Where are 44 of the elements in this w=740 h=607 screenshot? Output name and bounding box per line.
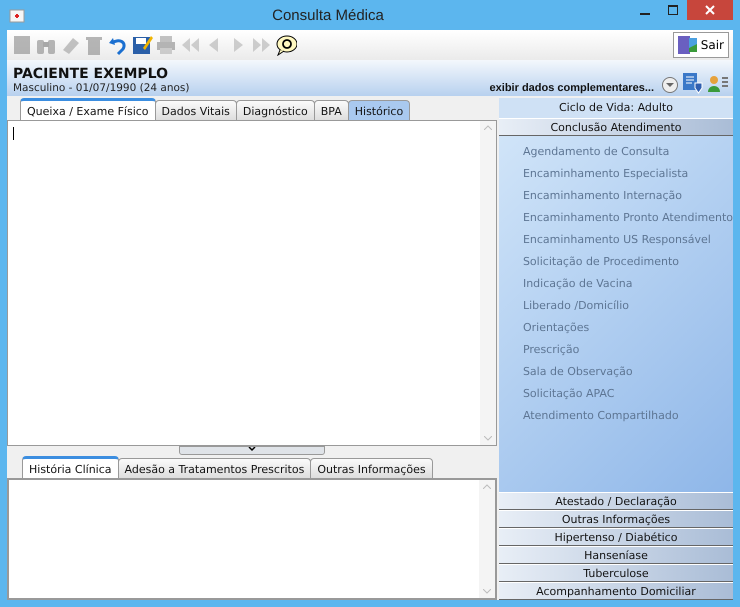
tab[interactable]: Queixa / Exame Físico bbox=[20, 98, 156, 120]
life-cycle-label: Ciclo de Vida: Adulto bbox=[498, 98, 733, 118]
minimize-icon bbox=[640, 12, 650, 14]
section-header[interactable]: Atestado / Declaração bbox=[498, 492, 733, 510]
chevron-down-icon bbox=[248, 447, 256, 452]
patient-name: PACIENTE EXEMPLO bbox=[13, 66, 169, 82]
printer-icon bbox=[155, 34, 177, 56]
medical-case-icon bbox=[9, 7, 25, 23]
window-title: Consulta Médica bbox=[271, 6, 385, 24]
tab[interactable]: BPA bbox=[314, 100, 349, 120]
patient-details: Masculino - 01/07/1990 (24 anos) bbox=[13, 82, 191, 94]
scroll-up-icon[interactable] bbox=[482, 484, 491, 489]
door-icon bbox=[676, 34, 698, 56]
tab[interactable]: Diagnóstico bbox=[236, 100, 315, 120]
splitter-handle[interactable] bbox=[178, 446, 325, 455]
tab[interactable]: Outras Informações bbox=[310, 458, 433, 478]
save-icon bbox=[131, 34, 153, 56]
complementary-data-link[interactable]: exibir dados complementares... bbox=[490, 82, 654, 94]
tab[interactable]: História Clínica bbox=[22, 456, 119, 478]
tab[interactable]: Histórico bbox=[348, 100, 410, 120]
close-icon bbox=[705, 5, 715, 15]
section-header[interactable]: Tuberculose bbox=[498, 564, 733, 582]
document-shield-icon[interactable] bbox=[682, 72, 704, 94]
help-button[interactable] bbox=[275, 34, 297, 56]
help-icon bbox=[275, 34, 297, 56]
exit-button[interactable]: Sair bbox=[672, 32, 729, 58]
tab[interactable]: Dados Vitais bbox=[154, 100, 237, 120]
expand-icon[interactable] bbox=[661, 76, 679, 94]
tab[interactable]: Adesão a Tratamentos Prescritos bbox=[118, 458, 312, 478]
close-button[interactable] bbox=[687, 0, 733, 20]
section-header[interactable]: Outras Informações bbox=[498, 510, 733, 528]
scroll-up-icon[interactable] bbox=[484, 125, 492, 130]
maximize-icon bbox=[668, 5, 678, 15]
section-header[interactable]: Acompanhamento Domiciliar bbox=[498, 582, 733, 600]
trash-icon bbox=[83, 34, 105, 56]
text-editor[interactable] bbox=[7, 120, 497, 446]
text-area[interactable] bbox=[7, 478, 497, 600]
section-header[interactable]: Conclusão Atendimento bbox=[498, 118, 733, 136]
scroll-down-icon[interactable] bbox=[482, 589, 491, 594]
scroll-down-icon[interactable] bbox=[484, 436, 492, 441]
save-button[interactable] bbox=[131, 34, 153, 56]
section-header[interactable]: Hanseníase bbox=[498, 546, 733, 564]
page-icon bbox=[11, 34, 33, 56]
section-header[interactable]: Hipertenso / Diabético bbox=[498, 528, 733, 546]
